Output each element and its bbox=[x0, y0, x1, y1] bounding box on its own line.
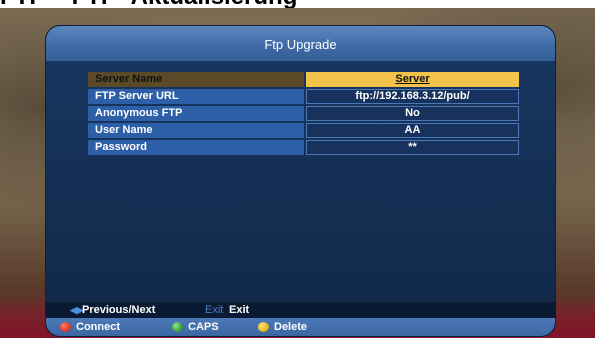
caps-button[interactable]: CAPS bbox=[188, 318, 219, 336]
green-button-icon bbox=[172, 322, 183, 332]
row-label: Anonymous FTP bbox=[88, 106, 304, 121]
row-label: FTP Server URL bbox=[88, 89, 304, 104]
red-button-icon bbox=[60, 322, 71, 332]
page-heading: FTP – FTP- Aktualisierung bbox=[0, 0, 595, 8]
row-label: Server Name bbox=[88, 72, 304, 87]
row-ftp-server-url[interactable]: FTP Server URL ftp://192.168.3.12/pub/ bbox=[88, 89, 519, 104]
ftp-upgrade-dialog: Ftp Upgrade Server Name Server FTP Serve… bbox=[46, 26, 555, 336]
connect-button[interactable]: Connect bbox=[76, 318, 120, 336]
navigation-hints: ◀▶ Previous/Next Exit Exit bbox=[46, 302, 555, 318]
user-name-field[interactable]: AA bbox=[306, 123, 519, 138]
delete-button[interactable]: Delete bbox=[274, 318, 307, 336]
row-server-name[interactable]: Server Name Server bbox=[88, 72, 519, 87]
exit-key-label: Exit bbox=[205, 304, 224, 316]
row-anonymous-ftp[interactable]: Anonymous FTP No bbox=[88, 106, 519, 121]
row-label: User Name bbox=[88, 123, 304, 138]
row-user-name[interactable]: User Name AA bbox=[88, 123, 519, 138]
password-field[interactable]: ** bbox=[306, 140, 519, 155]
dialog-title: Ftp Upgrade bbox=[46, 26, 555, 61]
tv-screen: Ftp Upgrade Server Name Server FTP Serve… bbox=[0, 8, 595, 338]
server-name-value[interactable]: Server bbox=[306, 72, 519, 87]
color-key-bar: Connect CAPS Delete bbox=[46, 318, 555, 336]
yellow-button-icon bbox=[258, 322, 269, 332]
previous-next-hint: Previous/Next bbox=[82, 304, 156, 316]
row-label: Password bbox=[88, 140, 304, 155]
anonymous-ftp-toggle[interactable]: No bbox=[306, 106, 519, 121]
settings-list: Server Name Server FTP Server URL ftp://… bbox=[46, 61, 555, 301]
server-name-text: Server bbox=[395, 73, 430, 85]
row-password[interactable]: Password ** bbox=[88, 140, 519, 155]
ftp-server-url-field[interactable]: ftp://192.168.3.12/pub/ bbox=[306, 89, 519, 104]
exit-hint[interactable]: Exit bbox=[229, 302, 249, 318]
